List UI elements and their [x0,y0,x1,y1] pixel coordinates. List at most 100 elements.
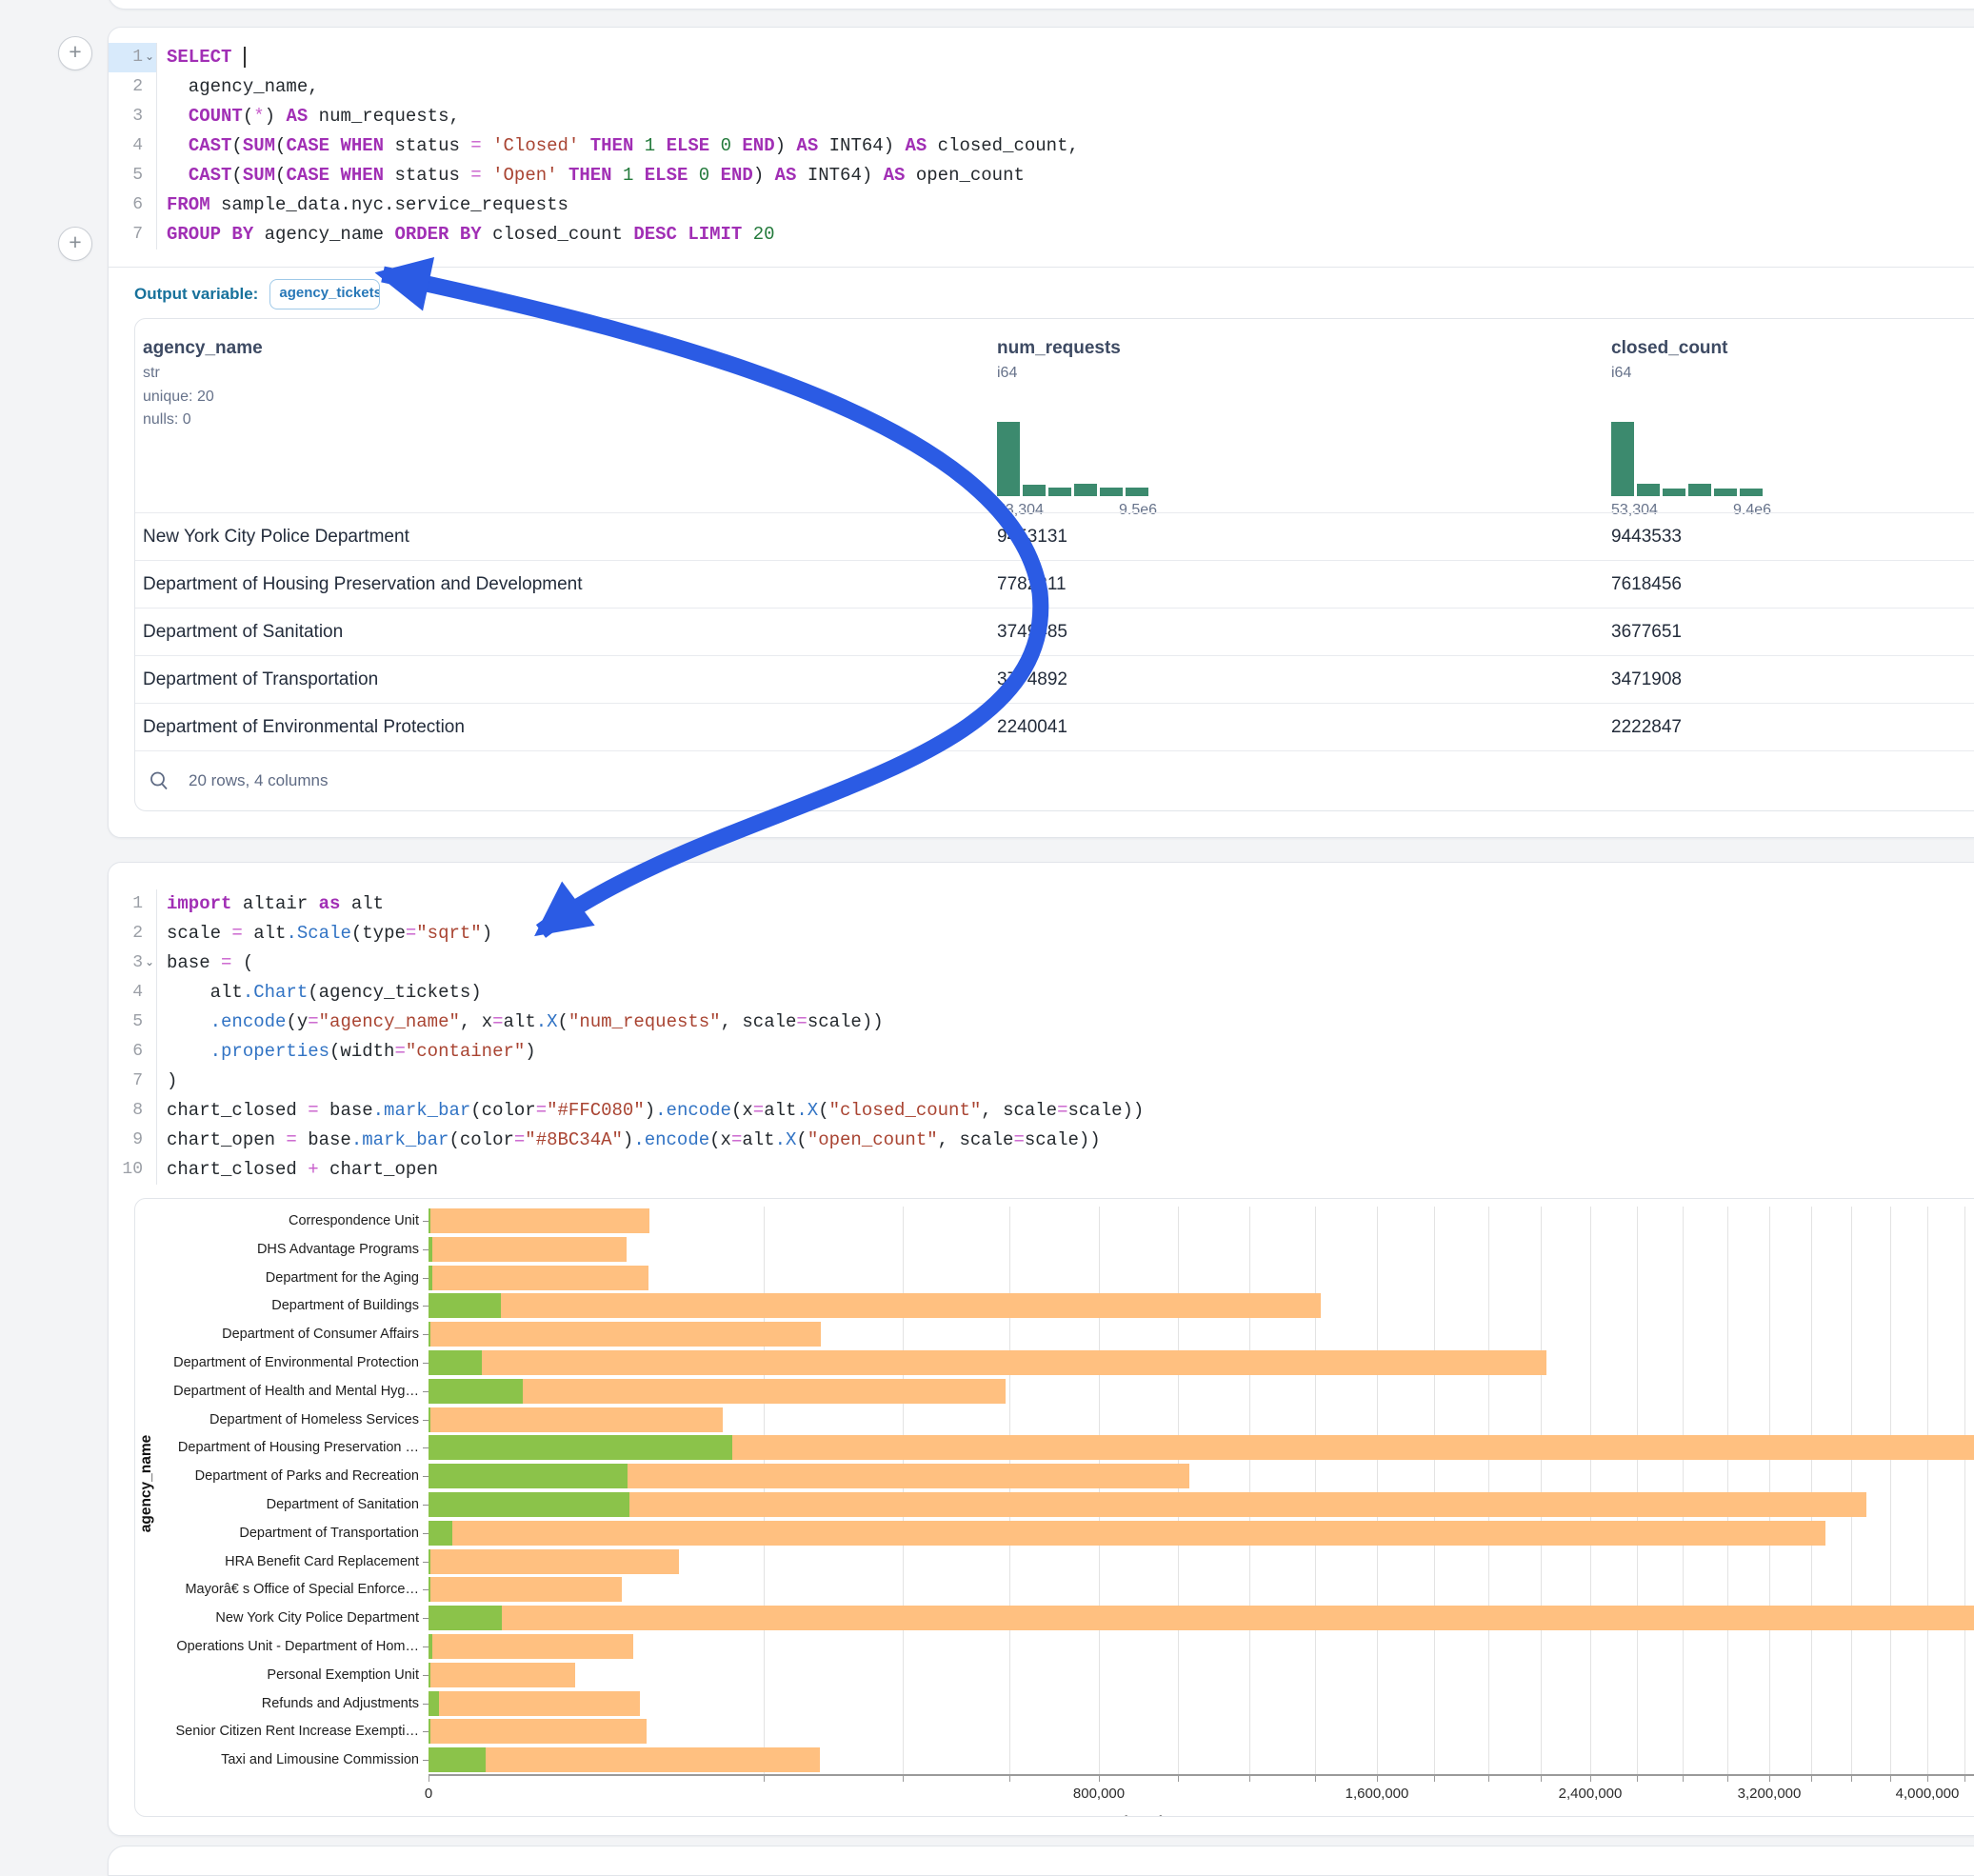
y-axis-category-label: Personal Exemption Unit [134,1667,419,1683]
y-axis-category-label: Department of Environmental Protection [134,1355,419,1370]
bar-open_count [429,1747,486,1772]
bar-open_count [429,1577,430,1602]
add-cell-button[interactable]: + [58,227,92,261]
bar-closed_count [429,1606,1974,1630]
add-cell-button[interactable]: + [58,36,92,70]
code-line[interactable]: 5 .encode(y="agency_name", x=alt.X("num_… [109,1008,1974,1037]
code-line[interactable]: 10chart_closed + chart_open [109,1155,1974,1185]
line-number-gutter: 2 [109,919,156,948]
line-number-gutter: 3 [109,102,156,131]
gridline [903,1207,904,1774]
code-line[interactable]: 5 CAST(SUM(CASE WHEN status = 'Open' THE… [109,161,1974,190]
bar-closed_count [429,1208,649,1233]
code-line[interactable]: 8chart_closed = base.mark_bar(color="#FF… [109,1096,1974,1126]
output-variable-input[interactable]: agency_tickets [269,279,380,309]
line-number-gutter: 8 [109,1096,156,1126]
y-axis-tick [423,1562,429,1563]
y-axis-category-label: Senior Citizen Rent Increase Exempti… [134,1724,419,1739]
code-line[interactable]: 3 COUNT(*) AS num_requests, [109,102,1974,131]
x-axis-tick [1099,1776,1100,1782]
table-row[interactable]: Department of Environmental Protection22… [135,703,1974,750]
python-cell-card: 1import altair as alt2scale = alt.Scale(… [108,862,1974,1836]
code-line[interactable]: 3⌄base = ( [109,948,1974,978]
table-cell: 3749485 [997,609,1067,655]
code-line[interactable]: 4 alt.Chart(agency_tickets) [109,978,1974,1008]
sql-cell-card: 1⌄SELECT 2 agency_name,3 COUNT(*) AS num… [108,27,1974,838]
bar-closed_count [429,1691,640,1716]
fold-chevron-icon[interactable]: ⌄ [143,948,156,978]
y-axis-category-label: Department of Housing Preservation … [134,1440,419,1455]
gridline [1541,1207,1542,1774]
x-axis-tick [1727,1776,1728,1782]
y-axis-category-label: Department of Health and Mental Hyg… [134,1384,419,1399]
bar-open_count [429,1435,732,1460]
table-cell: 3677651 [1611,609,1682,655]
y-axis-category-label: Correspondence Unit [134,1213,419,1228]
chart-plot-area: Correspondence UnitDHS Advantage Program… [429,1207,1974,1774]
table-cell: Department of Transportation [143,656,378,703]
code-line[interactable]: 4 CAST(SUM(CASE WHEN status = 'Closed' T… [109,131,1974,161]
table-row[interactable]: New York City Police Department945313194… [135,512,1974,560]
line-number-gutter: 6 [109,1037,156,1067]
y-axis-tick [423,1447,429,1448]
fold-chevron-icon[interactable]: ⌄ [143,43,156,72]
output-variable-row: Output variable: agency_tickets [109,267,1974,320]
table-row[interactable]: Department of Sanitation37494853677651 [135,608,1974,655]
code-line[interactable]: 1⌄SELECT [109,43,1974,72]
gridline [1009,1207,1010,1774]
x-axis-tick [1890,1776,1891,1782]
sql-code-editor[interactable]: 1⌄SELECT 2 agency_name,3 COUNT(*) AS num… [109,28,1974,249]
column-header: num_requestsi6453,3049.5e6 [997,338,1121,382]
bar-open_count [429,1691,439,1716]
column-histogram [997,422,1148,496]
y-axis-category-label: Department of Buildings [134,1298,419,1313]
code-line[interactable]: 1import altair as alt [109,889,1974,919]
table-footer: 20 rows, 4 columns [135,750,1974,810]
y-axis-tick [423,1704,429,1705]
gridline [1927,1207,1928,1774]
table-row[interactable]: Department of Housing Preservation and D… [135,560,1974,608]
gridline [1249,1207,1250,1774]
line-number-gutter: 9 [109,1126,156,1155]
table-cell: 7618456 [1611,561,1682,608]
y-axis-category-label: Operations Unit - Department of Hom… [134,1639,419,1654]
x-axis-tick-label: 3,200,000 [1738,1786,1802,1802]
y-axis-tick [423,1731,429,1732]
line-number-gutter: 1⌄ [109,43,156,72]
table-row[interactable]: Department of Transportation377489234719… [135,655,1974,703]
code-line[interactable]: 7) [109,1067,1974,1096]
table-cell: Department of Environmental Protection [143,704,465,750]
code-line[interactable]: 2scale = alt.Scale(type="sqrt") [109,919,1974,948]
line-number-gutter: 6 [109,190,156,220]
y-axis-category-label: Taxi and Limousine Commission [134,1752,419,1767]
search-icon[interactable] [149,770,169,791]
code-line[interactable]: 6 .properties(width="container") [109,1037,1974,1067]
table-cell: 9443533 [1611,513,1682,560]
table-cell: 9453131 [997,513,1067,560]
y-axis-tick [423,1505,429,1506]
code-line[interactable]: 2 agency_name, [109,72,1974,102]
bar-closed_count [429,1293,1321,1318]
table-cell: 7782211 [997,561,1067,608]
column-header: agency_namestrunique: 20nulls: 0 [143,338,263,431]
bar-open_count [429,1606,502,1630]
y-axis-category-label: Department for the Aging [134,1270,419,1286]
line-number-gutter: 2 [109,72,156,102]
line-number-gutter: 7 [109,1067,156,1096]
bar-open_count [429,1663,430,1687]
x-axis-tick [764,1776,765,1782]
code-line[interactable]: 7GROUP BY agency_name ORDER BY closed_co… [109,220,1974,249]
chart-card: agency_name Correspondence UnitDHS Advan… [134,1198,1974,1817]
x-axis-tick-label: 4,000,000 [1896,1786,1960,1802]
bar-closed_count [429,1492,1866,1517]
bar-open_count [429,1293,501,1318]
x-axis-tick [1683,1776,1684,1782]
text-cursor [244,47,246,68]
code-line[interactable]: 6FROM sample_data.nyc.service_requests [109,190,1974,220]
code-line[interactable]: 9chart_open = base.mark_bar(color="#8BC3… [109,1126,1974,1155]
y-axis-tick [423,1533,429,1534]
y-axis-tick [423,1675,429,1676]
bar-closed_count [429,1407,723,1432]
python-code-editor[interactable]: 1import altair as alt2scale = alt.Scale(… [109,863,1974,1185]
x-axis-tick [1009,1776,1010,1782]
